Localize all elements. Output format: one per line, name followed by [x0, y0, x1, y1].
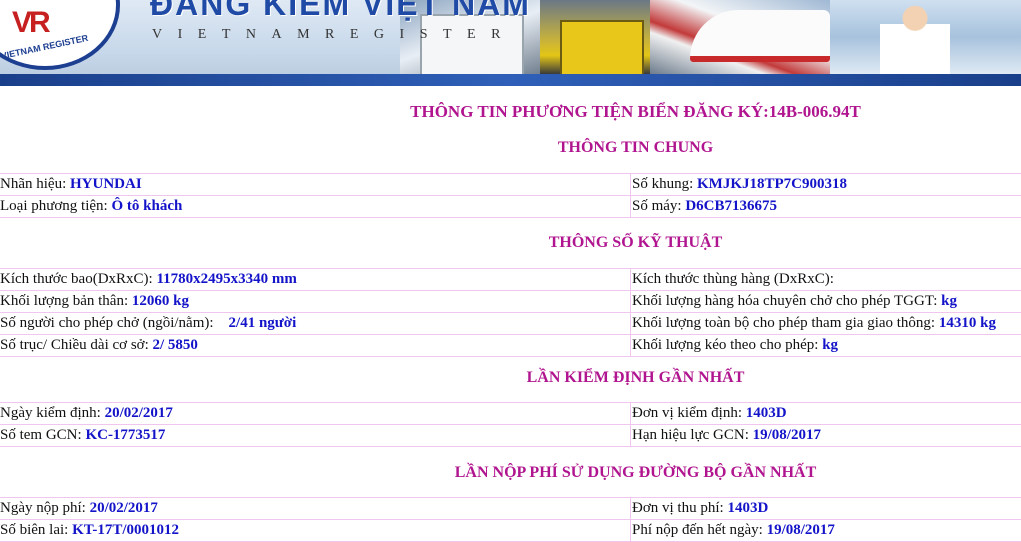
- table-row: Số người cho phép chở (ngồi/nằm): 2/41 n…: [0, 313, 1021, 335]
- brand-title: ĐĂNG KIỂM VIỆT NAM: [150, 0, 531, 22]
- table-row: Số tem GCN: KC-1773517 Hạn hiệu lực GCN:…: [0, 425, 1021, 447]
- page-title: THÔNG TIN PHƯƠNG TIỆN BIỂN ĐĂNG KÝ:14B-0…: [410, 102, 861, 121]
- cell-left: Loại phương tiện: Ô tô khách: [0, 196, 631, 217]
- banner-band: [0, 74, 1021, 86]
- cell-right: Kích thước thùng hàng (DxRxC):: [631, 269, 1021, 290]
- cell-left: Kích thước bao(DxRxC): 11780x2495x3340 m…: [0, 269, 631, 290]
- cell-left: Số người cho phép chở (ngồi/nằm): 2/41 n…: [0, 313, 631, 334]
- field-value: 1403D: [745, 405, 787, 421]
- field-label: Số trục/ Chiều dài cơ sở:: [0, 337, 153, 353]
- field-value: 11780x2495x3340 mm: [156, 271, 297, 287]
- field-value: D6CB7136675: [685, 198, 778, 214]
- field-label: Kích thước bao(DxRxC):: [0, 271, 157, 287]
- field-label: Ngày kiểm định:: [0, 405, 105, 421]
- cell-left: Ngày kiểm định: 20/02/2017: [0, 403, 631, 424]
- cell-left: Số tem GCN: KC-1773517: [0, 425, 631, 446]
- field-label: Loại phương tiện:: [0, 198, 112, 214]
- cell-right: Hạn hiệu lực GCN: 19/08/2017: [631, 425, 1021, 446]
- table-row: Số trục/ Chiều dài cơ sở: 2/ 5850 Khối l…: [0, 335, 1021, 357]
- section-title-specs: THÔNG SỐ KỸ THUẬT: [548, 234, 723, 251]
- table-row: Ngày kiểm định: 20/02/2017 Đơn vị kiểm đ…: [0, 403, 1021, 425]
- cell-right: Khối lượng toàn bộ cho phép tham gia gia…: [631, 313, 1021, 334]
- field-label: Số người cho phép chở (ngồi/nằm):: [0, 315, 229, 331]
- cell-left: Số trục/ Chiều dài cơ sở: 2/ 5850: [0, 335, 631, 356]
- field-value: 12060 kg: [131, 293, 189, 309]
- field-value: 14310 kg: [938, 315, 996, 331]
- field-label: Khối lượng kéo theo cho phép:: [632, 337, 823, 353]
- field-value: Ô tô khách: [111, 198, 183, 214]
- table-row: Nhãn hiệu: HYUNDAI Số khung: KMJKJ18TP7C…: [0, 174, 1021, 196]
- train-image: [690, 10, 830, 62]
- field-value: 2/41 người: [228, 315, 297, 331]
- field-label: Số tem GCN:: [0, 427, 86, 443]
- cell-right: Đơn vị thu phí: 1403D: [631, 498, 1021, 519]
- header-banner: VR VIETNAM REGISTER ĐĂNG KIỂM VIỆT NAM V…: [0, 0, 1021, 86]
- logo-mark: VR: [12, 6, 51, 39]
- table-row: Khối lượng bản thân: 12060 kg Khối lượng…: [0, 291, 1021, 313]
- field-label: Hạn hiệu lực GCN:: [632, 427, 753, 443]
- inspector-image: [880, 2, 950, 76]
- cell-left: Số biên lai: KT-17T/0001012: [0, 520, 631, 541]
- cell-right: Số máy: D6CB7136675: [631, 196, 1021, 217]
- table-row: Kích thước bao(DxRxC): 11780x2495x3340 m…: [0, 269, 1021, 291]
- cell-right: Khối lượng kéo theo cho phép: kg: [631, 335, 1021, 356]
- section-title-general: THÔNG TIN CHUNG: [557, 139, 714, 156]
- field-label: Nhãn hiệu:: [0, 176, 70, 192]
- field-label: Phí nộp đến hết ngày:: [632, 522, 767, 538]
- field-label: Khối lượng toàn bộ cho phép tham gia gia…: [632, 315, 939, 331]
- cell-left: Ngày nộp phí: 20/02/2017: [0, 498, 631, 519]
- vietnam-register-logo[interactable]: VR VIETNAM REGISTER: [0, 0, 120, 70]
- table-row: Loại phương tiện: Ô tô khách Số máy: D6C…: [0, 196, 1021, 218]
- field-value: kg: [822, 337, 839, 353]
- field-value: 20/02/2017: [104, 405, 173, 421]
- field-value: HYUNDAI: [69, 176, 142, 192]
- field-value: KC-1773517: [85, 427, 166, 443]
- inspection-table: Ngày kiểm định: 20/02/2017 Đơn vị kiểm đ…: [0, 402, 1021, 447]
- field-value: 1403D: [727, 500, 769, 516]
- field-value: KMJKJ18TP7C900318: [697, 176, 848, 192]
- field-label: Đơn vị thu phí:: [632, 500, 728, 516]
- table-row: Số biên lai: KT-17T/0001012 Phí nộp đến …: [0, 520, 1021, 542]
- section-title-inspection: LẦN KIỂM ĐỊNH GẦN NHẤT: [526, 369, 745, 386]
- cell-right: Phí nộp đến hết ngày: 19/08/2017: [631, 520, 1021, 541]
- field-value: 19/08/2017: [766, 522, 835, 538]
- field-label: Số biên lai:: [0, 522, 73, 538]
- field-label: Ngày nộp phí:: [0, 500, 90, 516]
- cell-left: Nhãn hiệu: HYUNDAI: [0, 174, 631, 195]
- field-value: 20/02/2017: [89, 500, 158, 516]
- cell-right: Đơn vị kiểm định: 1403D: [631, 403, 1021, 424]
- section-title-fee: LẦN NỘP PHÍ SỬ DỤNG ĐƯỜNG BỘ GẦN NHẤT: [454, 464, 817, 481]
- field-value: 2/ 5850: [152, 337, 198, 353]
- field-label: Đơn vị kiểm định:: [632, 405, 746, 421]
- truck-image: [420, 14, 524, 76]
- field-label: Khối lượng bản thân:: [0, 293, 132, 309]
- general-info-table: Nhãn hiệu: HYUNDAI Số khung: KMJKJ18TP7C…: [0, 173, 1021, 218]
- table-row: Ngày nộp phí: 20/02/2017 Đơn vị thu phí:…: [0, 498, 1021, 520]
- specs-table: Kích thước bao(DxRxC): 11780x2495x3340 m…: [0, 268, 1021, 357]
- cell-right: Số khung: KMJKJ18TP7C900318: [631, 174, 1021, 195]
- field-label: Kích thước thùng hàng (DxRxC):: [632, 271, 834, 287]
- field-value: KT-17T/0001012: [72, 522, 180, 538]
- fee-table: Ngày nộp phí: 20/02/2017 Đơn vị thu phí:…: [0, 497, 1021, 542]
- field-value: kg: [941, 293, 957, 309]
- brand-subtitle: VIETNAMREGISTER: [152, 27, 516, 42]
- cell-right: Khối lượng hàng hóa chuyên chở cho phép …: [631, 291, 1021, 312]
- field-label: Số máy:: [632, 198, 686, 214]
- cell-left: Khối lượng bản thân: 12060 kg: [0, 291, 631, 312]
- field-label: Số khung:: [632, 176, 698, 192]
- yellow-truck-image: [560, 20, 644, 78]
- field-label: Khối lượng hàng hóa chuyên chở cho phép …: [632, 293, 942, 309]
- field-value: 19/08/2017: [752, 427, 821, 443]
